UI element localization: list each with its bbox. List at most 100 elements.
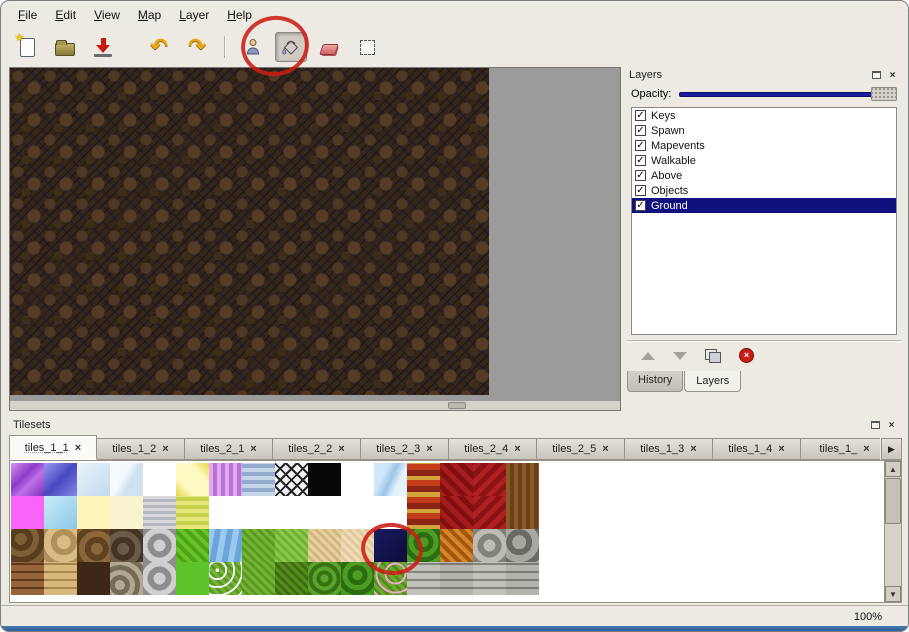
layer-row-walkable[interactable]: ✓Walkable [632, 153, 896, 168]
tile-r3-c12[interactable] [374, 529, 407, 562]
tile-r2-c8[interactable] [242, 496, 275, 529]
tile-r3-c1[interactable] [11, 529, 44, 562]
tile-r3-c3[interactable] [77, 529, 110, 562]
layer-visibility-checkbox[interactable]: ✓ [635, 155, 646, 166]
tile-r2-c2[interactable] [44, 496, 77, 529]
tile-r4-c8[interactable] [242, 562, 275, 595]
tile-r3-c7[interactable] [209, 529, 242, 562]
tile-r1-c4[interactable] [110, 463, 143, 496]
tile-r4-c13[interactable] [407, 562, 440, 595]
save-button[interactable] [87, 32, 119, 62]
tile-r3-c16[interactable] [506, 529, 539, 562]
map-horizontal-scrollbar[interactable] [10, 400, 620, 410]
layer-visibility-checkbox[interactable]: ✓ [635, 125, 646, 136]
layer-visibility-checkbox[interactable]: ✓ [635, 185, 646, 196]
tile-r1-c5[interactable] [143, 463, 176, 496]
scrollbar-thumb[interactable] [448, 402, 466, 409]
map-canvas[interactable] [10, 68, 489, 395]
layer-row-objects[interactable]: ✓Objects [632, 183, 896, 198]
tab-close-icon[interactable]: × [778, 443, 784, 455]
tile-r3-c5[interactable] [143, 529, 176, 562]
tile-r1-c10[interactable] [308, 463, 341, 496]
menu-item-layer[interactable]: Layer [172, 6, 216, 24]
tile-r2-c11[interactable] [341, 496, 374, 529]
redo-button[interactable] [181, 32, 213, 62]
tile-r1-c6[interactable] [176, 463, 209, 496]
scroll-down-icon[interactable] [885, 586, 901, 602]
tile-r4-c2[interactable] [44, 562, 77, 595]
select-tool-button[interactable] [351, 32, 383, 62]
tab-close-icon[interactable]: × [162, 443, 168, 455]
tile-r1-c2[interactable] [44, 463, 77, 496]
tileset-tab-tiles_1_1[interactable]: tiles_1_1× [9, 435, 97, 460]
tileset-tab-tiles_2_1[interactable]: tiles_2_1× [185, 438, 273, 460]
open-button[interactable] [49, 32, 81, 62]
tile-r4-c16[interactable] [506, 562, 539, 595]
delete-layer-icon[interactable] [739, 348, 754, 363]
tile-r4-c11[interactable] [341, 562, 374, 595]
tile-r4-c4[interactable] [110, 562, 143, 595]
tile-r1-c8[interactable] [242, 463, 275, 496]
tile-r3-c15[interactable] [473, 529, 506, 562]
tile-r2-c6[interactable] [176, 496, 209, 529]
tile-r3-c13[interactable] [407, 529, 440, 562]
tile-r2-c15[interactable] [473, 496, 506, 529]
tab-history[interactable]: History [627, 371, 683, 392]
float-panel-icon[interactable] [870, 69, 883, 81]
tab-close-icon[interactable]: × [75, 442, 81, 454]
tile-r2-c9[interactable] [275, 496, 308, 529]
tile-r4-c7[interactable] [209, 562, 242, 595]
tile-r1-c12[interactable] [374, 463, 407, 496]
tile-r1-c15[interactable] [473, 463, 506, 496]
scroll-up-icon[interactable] [885, 461, 901, 477]
tileset-tab-tiles_2_5[interactable]: tiles_2_5× [537, 438, 625, 460]
menu-item-help[interactable]: Help [220, 6, 259, 24]
tab-close-icon[interactable]: × [690, 443, 696, 455]
menu-item-view[interactable]: View [87, 6, 127, 24]
tile-r2-c3[interactable] [77, 496, 110, 529]
tile-r1-c3[interactable] [77, 463, 110, 496]
tile-r1-c14[interactable] [440, 463, 473, 496]
tab-close-icon[interactable]: × [863, 443, 869, 455]
tile-r4-c1[interactable] [11, 562, 44, 595]
tab-close-icon[interactable]: × [514, 443, 520, 455]
tile-r1-c7[interactable] [209, 463, 242, 496]
tile-r3-c8[interactable] [242, 529, 275, 562]
tab-close-icon[interactable]: × [338, 443, 344, 455]
tile-r3-c14[interactable] [440, 529, 473, 562]
menu-item-file[interactable]: File [11, 6, 44, 24]
tab-close-icon[interactable]: × [602, 443, 608, 455]
tile-r2-c13[interactable] [407, 496, 440, 529]
new-file-button[interactable] [11, 32, 43, 62]
tile-r2-c12[interactable] [374, 496, 407, 529]
tile-r1-c13[interactable] [407, 463, 440, 496]
tab-close-icon[interactable]: × [250, 443, 256, 455]
tileset-tab-tiles_1_3[interactable]: tiles_1_3× [625, 438, 713, 460]
tile-r1-c11[interactable] [341, 463, 374, 496]
layer-row-ground[interactable]: ✓Ground [632, 198, 896, 213]
move-layer-down-icon[interactable] [673, 352, 687, 360]
float-panel-icon[interactable] [869, 419, 882, 431]
tileset-tab-tiles_2_2[interactable]: tiles_2_2× [273, 438, 361, 460]
tile-r2-c5[interactable] [143, 496, 176, 529]
tileset-tab-tiles_2_3[interactable]: tiles_2_3× [361, 438, 449, 460]
tileset-tab-tiles_1_4[interactable]: tiles_1_4× [713, 438, 801, 460]
tile-r4-c10[interactable] [308, 562, 341, 595]
tile-r3-c11[interactable] [341, 529, 374, 562]
tile-r1-c16[interactable] [506, 463, 539, 496]
tileset-tab-tiles_1_2[interactable]: tiles_1_2× [97, 438, 185, 460]
tile-r2-c10[interactable] [308, 496, 341, 529]
layer-visibility-checkbox[interactable]: ✓ [635, 140, 646, 151]
close-panel-icon[interactable] [886, 69, 899, 81]
tile-r4-c5[interactable] [143, 562, 176, 595]
tile-r2-c16[interactable] [506, 496, 539, 529]
tile-r3-c10[interactable] [308, 529, 341, 562]
layer-visibility-checkbox[interactable]: ✓ [635, 170, 646, 181]
palette-vertical-scrollbar[interactable] [884, 461, 901, 602]
menu-item-edit[interactable]: Edit [48, 6, 83, 24]
tile-r3-c9[interactable] [275, 529, 308, 562]
tile-r3-c6[interactable] [176, 529, 209, 562]
menu-item-map[interactable]: Map [131, 6, 168, 24]
tile-r2-c14[interactable] [440, 496, 473, 529]
tile-r4-c9[interactable] [275, 562, 308, 595]
